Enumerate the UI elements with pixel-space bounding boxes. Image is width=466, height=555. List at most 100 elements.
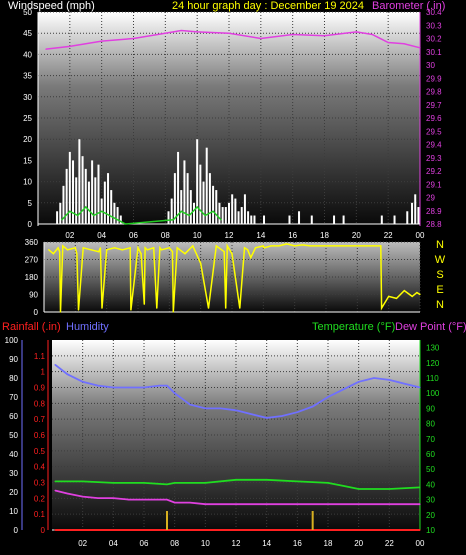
windspeed-axis-title: Windspeed (mph) (8, 0, 95, 12)
wind-direction-point (121, 249, 123, 251)
barometer-line-point (371, 33, 373, 36)
humidity-line-point (250, 413, 252, 415)
wind-speed-bar (253, 215, 256, 224)
humidity-line-point (112, 386, 114, 389)
wind-speed-bar (333, 215, 336, 224)
wind-speed-bar (183, 160, 186, 224)
humidity-y-tick-label: 10 (9, 507, 18, 516)
humidity-line-point (97, 385, 99, 387)
humidity-y-tick-label: 20 (9, 488, 18, 497)
humidity-line-point (166, 385, 168, 387)
wind-speed-bar (228, 202, 230, 224)
barometer-line-point (69, 45, 71, 48)
atmosphere-x-tick-label: 22 (385, 539, 394, 548)
wind-speed-bar (406, 211, 409, 224)
wind-speed-bar (87, 181, 90, 224)
wind-x-tick-label: 16 (288, 231, 297, 240)
compass-label: S (436, 269, 443, 281)
wind-speed-bar (411, 202, 414, 224)
wind-gust-line-point (212, 210, 214, 212)
temperature-line-point (143, 482, 145, 484)
dewpoint-line-point (166, 499, 168, 501)
wind-gust-line-point (101, 210, 103, 212)
atmosphere-x-tick-label: 18 (324, 539, 333, 548)
barometer-line-point (387, 41, 389, 44)
wind-speed-bar (186, 173, 189, 224)
wind-x-tick-label: 08 (161, 231, 170, 240)
barometer-y-tick-label: 30.4 (426, 8, 442, 17)
wind-y-tick-label: 10 (23, 178, 32, 187)
wind-direction-point (159, 247, 161, 249)
rain-bar (166, 511, 168, 530)
wind-speed-bar (78, 139, 81, 224)
wind-y-tick-label: 35 (23, 72, 32, 81)
barometer-y-tick-label: 29.4 (426, 141, 442, 150)
wind-direction-point (225, 307, 227, 309)
rain-y-tick-label: 0.8 (34, 399, 46, 408)
barometer-line-point (419, 47, 421, 49)
humidity-y-tick-label: 30 (9, 469, 18, 478)
compass-label: N (436, 299, 444, 311)
barometer-y-tick-label: 29.6 (426, 114, 442, 123)
wind-x-tick-label: 02 (65, 231, 74, 240)
wind-speed-bar (110, 190, 113, 224)
dewpoint-line-point (174, 502, 176, 504)
dewpoint-line-point (158, 499, 160, 501)
wind-speed-bar (72, 160, 75, 224)
wind-gust-line-point (220, 219, 222, 221)
wind-x-tick-label: 00 (416, 231, 425, 240)
wind-direction-point (372, 245, 374, 247)
barometer-line-point (403, 43, 405, 45)
wind-speed-bar (167, 211, 170, 224)
humidity-y-tick-label: 100 (5, 336, 19, 345)
barometer-y-tick-label: 30.2 (426, 35, 442, 44)
wind-speed-bar (94, 177, 97, 224)
wind-direction-point (223, 251, 225, 253)
graph-title: 24 hour graph day : December 19 2024 (172, 0, 364, 12)
humidity-y-tick-label: 0 (14, 526, 19, 535)
wind-gust-line-point (116, 219, 119, 221)
barometer-line-point (164, 32, 166, 34)
wind-speed-bar (192, 202, 195, 224)
wind-speed-bar (199, 164, 202, 224)
wind-speed-bar (75, 177, 78, 224)
wind-x-tick-label: 12 (225, 231, 234, 240)
wind-gust-line-point (196, 206, 198, 208)
barometer-y-tick-label: 29.9 (426, 74, 442, 83)
wind-direction-point (66, 249, 69, 251)
dewpoint-line-point (327, 503, 329, 505)
atmosphere-x-tick-label: 14 (262, 539, 271, 548)
temperature-y-tick-label: 120 (426, 359, 440, 368)
rainfall-legend: Rainfall (.in) (2, 321, 61, 333)
wind-speed-bar (97, 164, 100, 224)
rain-y-tick-label: 0.3 (34, 479, 46, 488)
barometer-line-point (45, 48, 47, 50)
temperature-line-point (235, 479, 237, 481)
wind-direction-point (168, 247, 170, 249)
wind-speed-bar (116, 207, 119, 224)
humidity-line-point (373, 377, 375, 379)
wind-direction-point (113, 247, 116, 249)
wind-y-tick-label: 20 (23, 135, 32, 144)
wind-direction-point (52, 253, 55, 255)
humidity-line-point (358, 381, 360, 383)
dewpoint-line-point (97, 497, 99, 499)
wind-speed-bar (263, 215, 266, 224)
humidity-y-tick-label: 60 (9, 412, 18, 421)
dewpoint-legend: Dew Point (°F) (395, 321, 466, 333)
temperature-line-point (266, 479, 268, 481)
barometer-y-tick-label: 29 (426, 194, 435, 203)
wind-gust-line-point (85, 206, 87, 208)
wind-direction-point (176, 247, 178, 249)
wind-direction-point (59, 251, 61, 253)
wind-direction-point (90, 249, 92, 251)
humidity-line-point (204, 407, 206, 409)
rain-y-tick-label: 1.1 (34, 352, 46, 361)
temperature-y-tick-label: 130 (426, 344, 440, 353)
wind-direction-point (239, 307, 241, 309)
wind-speed-bar (247, 211, 250, 224)
atmosphere-x-tick-label: 20 (354, 539, 363, 548)
barometer-y-tick-label: 29.3 (426, 154, 442, 163)
rain-y-tick-label: 0.5 (34, 447, 46, 456)
humidity-line-point (158, 385, 160, 387)
